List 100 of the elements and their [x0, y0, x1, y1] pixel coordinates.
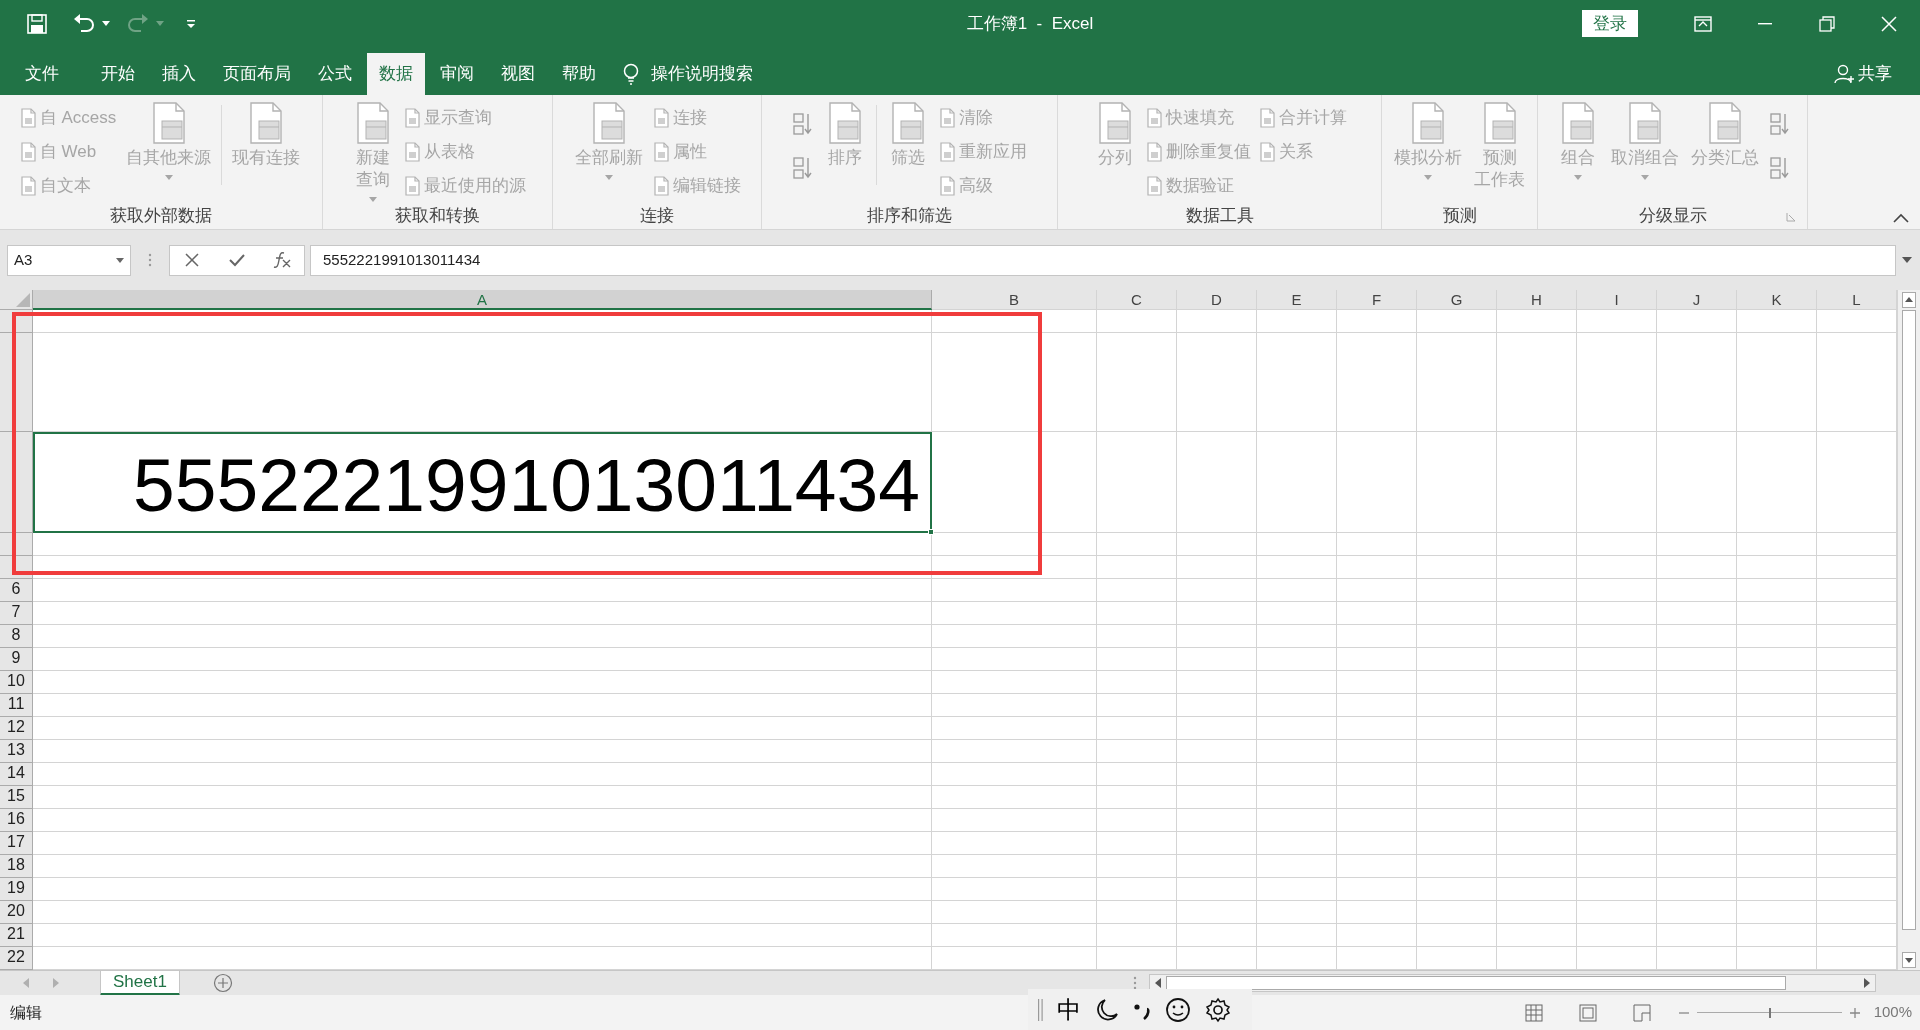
grid-cell[interactable]: [1337, 431, 1417, 534]
grid-cell[interactable]: [1737, 924, 1817, 948]
grid-cell[interactable]: [1657, 924, 1737, 948]
grid-cell[interactable]: [1497, 556, 1577, 580]
ribbon-tab[interactable]: 帮助: [550, 53, 608, 95]
grid-cell[interactable]: [33, 579, 932, 603]
grid-cell[interactable]: [1097, 717, 1177, 741]
grid-cell[interactable]: [1497, 694, 1577, 718]
grid-cell[interactable]: [1737, 310, 1817, 333]
grid-cell[interactable]: [1417, 832, 1497, 856]
grid-cell[interactable]: [1257, 671, 1337, 695]
grid-cell[interactable]: [932, 878, 1097, 902]
row-header[interactable]: 20: [0, 901, 33, 925]
grid-cell[interactable]: [33, 671, 932, 695]
grid-cell[interactable]: [33, 855, 932, 879]
row-header[interactable]: 18: [0, 855, 33, 879]
grid-cell[interactable]: [1497, 579, 1577, 603]
ribbon-tab[interactable]: 文件: [13, 53, 71, 95]
grid-cell[interactable]: [932, 625, 1097, 649]
grid-cell[interactable]: [1257, 763, 1337, 787]
grid-cell[interactable]: [1737, 332, 1817, 432]
scrollbar-thumb[interactable]: [1902, 310, 1916, 930]
grid-cell[interactable]: [1257, 740, 1337, 764]
grid-cell[interactable]: [1257, 832, 1337, 856]
grid-cell[interactable]: [932, 533, 1097, 557]
grid-cell[interactable]: [1177, 855, 1257, 879]
ribbon-tab[interactable]: 页面布局: [211, 53, 303, 95]
grid-cell[interactable]: [1417, 786, 1497, 810]
grid-cell[interactable]: [1737, 602, 1817, 626]
grid-cell[interactable]: [1737, 671, 1817, 695]
grid-cell[interactable]: [1417, 809, 1497, 833]
row-header[interactable]: 22: [0, 947, 33, 971]
grid-cell[interactable]: [1177, 694, 1257, 718]
grid-cell[interactable]: [1337, 533, 1417, 557]
row-header[interactable]: 12: [0, 717, 33, 741]
grid-cell[interactable]: [1257, 878, 1337, 902]
grid-cell[interactable]: [1097, 740, 1177, 764]
grid-cell[interactable]: [33, 533, 932, 557]
grid-cell[interactable]: [1177, 648, 1257, 672]
grid-cell[interactable]: [1657, 740, 1737, 764]
grid-cell[interactable]: [1497, 832, 1577, 856]
grid-cell[interactable]: [33, 556, 932, 580]
collapse-ribbon-icon[interactable]: [1893, 213, 1909, 223]
grid-cell[interactable]: [1097, 786, 1177, 810]
column-header[interactable]: H: [1497, 290, 1577, 310]
grid-cell[interactable]: [1177, 332, 1257, 432]
grid-cell[interactable]: [1737, 878, 1817, 902]
grid-cell[interactable]: [1177, 924, 1257, 948]
grid-cell[interactable]: [1417, 924, 1497, 948]
active-cell[interactable]: 5552221991013011434: [33, 431, 932, 534]
grid-cell[interactable]: [1417, 431, 1497, 534]
grid-cell[interactable]: [932, 332, 1097, 432]
grid-cell[interactable]: [1257, 579, 1337, 603]
grid-cell[interactable]: [1577, 332, 1657, 432]
grid-cell[interactable]: [932, 924, 1097, 948]
grid-cell[interactable]: [1657, 332, 1737, 432]
grid-cell[interactable]: [1737, 694, 1817, 718]
grid-cell[interactable]: [1497, 855, 1577, 879]
ribbon-tab[interactable]: 审阅: [428, 53, 486, 95]
column-header[interactable]: A: [33, 290, 932, 310]
grid-cell[interactable]: [932, 740, 1097, 764]
zoom-in-icon[interactable]: [1849, 1007, 1860, 1018]
sign-in-button[interactable]: 登录: [1582, 10, 1638, 37]
grid-cell[interactable]: [1657, 671, 1737, 695]
grid-cell[interactable]: [1257, 310, 1337, 333]
grid-cell[interactable]: [1177, 431, 1257, 534]
grid-cell[interactable]: [1497, 671, 1577, 695]
ribbon-tab[interactable]: 开始: [89, 53, 147, 95]
grid-cell[interactable]: [33, 648, 932, 672]
column-header[interactable]: F: [1337, 290, 1417, 310]
scrollbar-thumb[interactable]: [1165, 976, 1786, 990]
grid-cell[interactable]: [1337, 786, 1417, 810]
grid-cell[interactable]: [1097, 648, 1177, 672]
grid-cell[interactable]: [1337, 310, 1417, 333]
grid-cell[interactable]: [1417, 602, 1497, 626]
grid-cell[interactable]: [33, 809, 932, 833]
grid-cell[interactable]: [33, 740, 932, 764]
grid-cell[interactable]: [1497, 901, 1577, 925]
grid-cell[interactable]: [1417, 878, 1497, 902]
row-header[interactable]: 6: [0, 579, 33, 603]
row-header[interactable]: 9: [0, 648, 33, 672]
grid-cell[interactable]: [1577, 717, 1657, 741]
grid-cell[interactable]: [1097, 809, 1177, 833]
grid-cell[interactable]: [1177, 809, 1257, 833]
ribbon-icon-button[interactable]: [792, 111, 814, 137]
grid-cell[interactable]: [1257, 855, 1337, 879]
grid-cell[interactable]: [1417, 648, 1497, 672]
smiley-icon[interactable]: [1165, 996, 1191, 1023]
row-header[interactable]: 13: [0, 740, 33, 764]
grid-cell[interactable]: [1417, 717, 1497, 741]
grid-cell[interactable]: [1337, 579, 1417, 603]
grid-cell[interactable]: [1257, 648, 1337, 672]
grid-cell[interactable]: [932, 694, 1097, 718]
column-header[interactable]: C: [1097, 290, 1177, 310]
column-header[interactable]: E: [1257, 290, 1337, 310]
grid-cell[interactable]: [1417, 763, 1497, 787]
grid-cell[interactable]: [1177, 310, 1257, 333]
fill-handle[interactable]: [928, 529, 934, 536]
grid-cell[interactable]: [33, 786, 932, 810]
grid-cell[interactable]: [1257, 431, 1337, 534]
